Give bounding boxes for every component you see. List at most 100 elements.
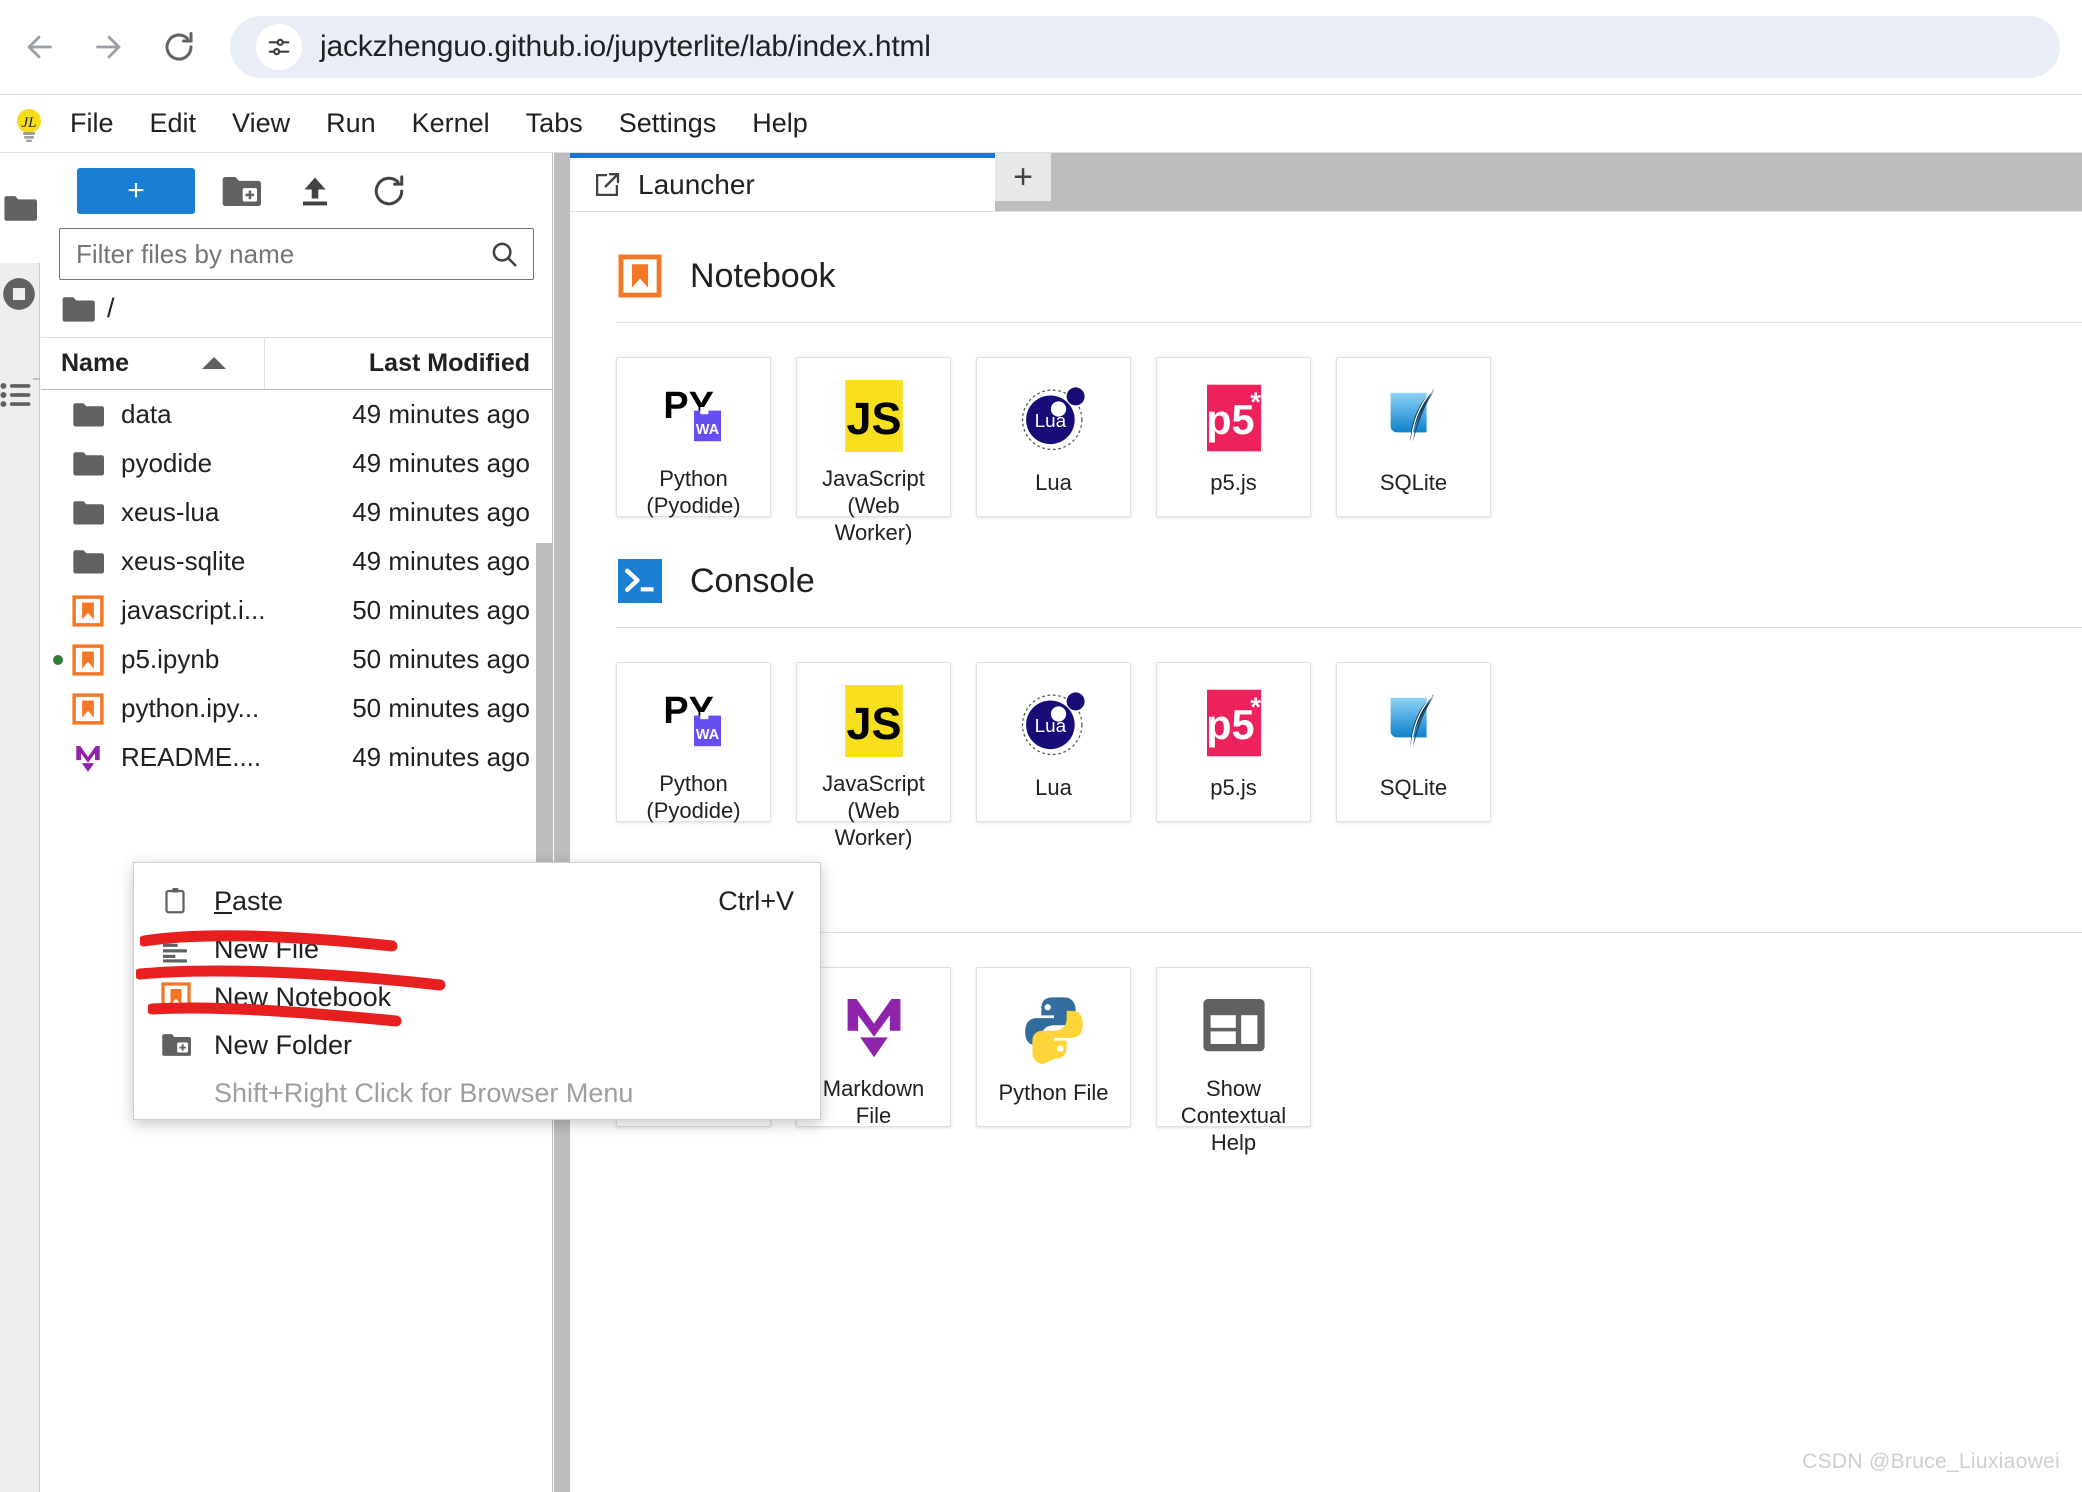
column-header-name-label: Name [61,349,130,377]
file-last-modified: 49 minutes ago [352,742,530,772]
new-launcher-button[interactable]: + [77,167,195,214]
text-file-icon [156,929,196,969]
sqlite-icon [1376,380,1452,456]
address-bar[interactable]: jackzhenguo.github.io/jupyterlite/lab/in… [230,16,2060,78]
svg-text:*: * [1250,692,1261,722]
launcher-card[interactable]: JS JavaScript (Web Worker) [796,357,951,545]
menu-view[interactable]: View [214,104,308,143]
file-name: data [121,399,172,429]
folder-add-icon [222,176,261,206]
file-last-modified: 49 minutes ago [352,448,530,478]
folder-icon [67,548,109,575]
main-content-area: Launcher + Notebook PY WA Python (Pyodide… [570,153,2082,1492]
javascript-icon: JS [844,380,903,452]
file-list-item[interactable]: data 49 minutes ago [41,390,552,439]
site-info-icon[interactable] [256,24,302,70]
launcher-card[interactable]: Show Contextual Help [1156,967,1311,1155]
file-name: pyodide [121,448,213,478]
context-menu-item[interactable]: New File [134,925,820,973]
menu-file[interactable]: File [52,104,132,143]
file-last-modified: 50 minutes ago [352,644,530,674]
activity-bar [0,153,40,1492]
folder-icon [62,296,95,322]
menu-settings[interactable]: Settings [601,104,735,143]
menu-help[interactable]: Help [734,104,826,143]
file-last-modified: 50 minutes ago [352,693,530,723]
markdown-icon [847,999,900,1058]
context-menu-item[interactable]: New Folder [134,1021,820,1069]
filter-files-input[interactable] [74,237,489,271]
list-icon [0,382,31,408]
menu-edit[interactable]: Edit [132,104,215,143]
column-header-last-modified[interactable]: Last Modified [265,349,552,378]
launcher-card[interactable]: Python File [976,967,1131,1127]
column-header-name[interactable]: Name [41,338,265,389]
launcher-card[interactable]: PY WA Python (Pyodide) [616,662,771,823]
python-icon [1024,997,1083,1064]
file-list-item[interactable]: python.ipy... 50 minutes ago [41,684,552,733]
file-list-item[interactable]: p5.ipynb 50 minutes ago [41,635,552,684]
new-folder-button[interactable] [213,168,269,214]
forward-button[interactable] [78,16,140,78]
launcher-card[interactable]: p5 * p5.js [1156,357,1311,517]
upload-files-button[interactable] [287,168,343,214]
menu-kernel[interactable]: Kernel [394,104,508,143]
filter-files-box[interactable] [59,228,534,280]
menu-tabs[interactable]: Tabs [508,104,601,143]
lua-icon: Lua [1021,692,1085,756]
file-list-header: Name Last Modified [41,338,552,390]
tab-launcher[interactable]: Launcher [570,153,995,211]
section-divider [616,932,2082,933]
search-icon[interactable] [489,239,519,269]
notebook-icon [72,692,104,725]
sidebar-item-table-of-contents[interactable] [0,380,34,415]
svg-text:p5: p5 [1206,702,1254,748]
launcher-section-title: Notebook [690,256,836,295]
launcher-card[interactable]: PY WA Python (Pyodide) [616,357,771,518]
launcher-card[interactable]: Lua Lua [976,357,1131,517]
back-button[interactable] [8,16,70,78]
tab-launcher-label: Launcher [638,168,755,200]
breadcrumb-root[interactable]: / [107,293,115,324]
launcher-card[interactable]: SQLite [1336,357,1491,517]
svg-text:JS: JS [846,393,901,444]
lua-icon: Lua [1021,387,1085,451]
svg-text:p5: p5 [1206,397,1254,443]
lua-icon: Lua [1016,685,1092,761]
launcher-card[interactable]: Lua Lua [976,662,1131,822]
reload-button[interactable] [148,16,210,78]
launcher-card[interactable]: SQLite [1336,662,1491,822]
panel-splitter[interactable] [554,153,570,1492]
sqlite-icon [1390,389,1435,445]
launcher-card-label: p5.js [1210,775,1257,800]
menu-run[interactable]: Run [308,104,394,143]
launcher-card-label: JavaScript (Web Worker) [822,771,925,850]
sidebar-item-file-browser[interactable] [0,153,40,263]
folder-icon [67,499,109,526]
new-tab-button[interactable]: + [995,153,1051,201]
file-list-item[interactable]: README.... 49 minutes ago [41,733,552,782]
section-divider [616,627,2082,628]
context-menu-item[interactable]: Paste Ctrl+V [134,877,820,925]
launcher-card[interactable]: p5 * p5.js [1156,662,1311,822]
notebook-icon [72,643,104,676]
file-name: p5.ipynb [121,644,220,674]
sidebar-item-running[interactable] [0,275,38,318]
refresh-file-list-button[interactable] [361,168,417,214]
file-list-item[interactable]: xeus-sqlite 49 minutes ago [41,537,552,586]
p5-icon: p5 * [1206,689,1261,757]
watermark: CSDN @Bruce_Liuxiaowei [1802,1450,2060,1473]
sqlite-icon [1376,685,1452,761]
file-last-modified: 50 minutes ago [352,595,530,625]
file-list: data 49 minutes ago pyodide 49 minutes ago… [41,390,552,782]
launcher-card[interactable]: JS JavaScript (Web Worker) [796,662,951,850]
launcher-card-label: Python (Pyodide) [646,466,741,518]
context-menu-item[interactable]: New Notebook [134,973,820,1021]
notebook-icon [67,692,109,725]
file-list-item[interactable]: javascript.i... 50 minutes ago [41,586,552,635]
notebook-icon [161,982,191,1012]
file-list-item[interactable]: pyodide 49 minutes ago [41,439,552,488]
upload-icon [303,177,327,205]
breadcrumb[interactable]: / [41,280,552,338]
file-list-item[interactable]: xeus-lua 49 minutes ago [41,488,552,537]
